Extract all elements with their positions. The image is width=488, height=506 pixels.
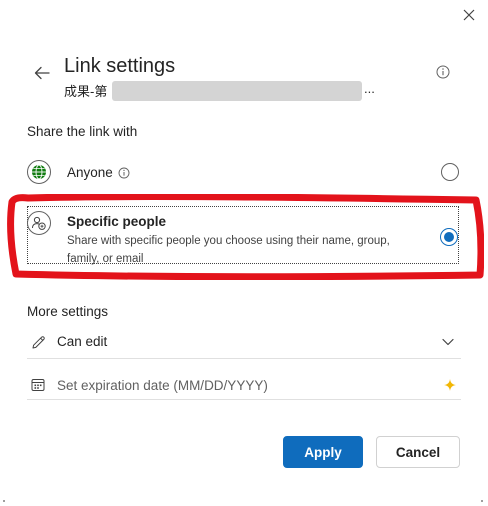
expiration-date-field[interactable]: Set expiration date (MM/DD/YYYY) [27,370,461,400]
back-button[interactable] [31,62,53,84]
apply-button[interactable]: Apply [283,436,363,468]
option-specific-people-description: Share with specific people you choose us… [67,235,390,265]
radio-specific-people[interactable] [440,228,458,246]
link-settings-dialog: Link settings 成果-第 ... Share the link wi… [0,0,488,506]
globe-icon [27,160,51,184]
option-anyone-label: Anyone [67,165,113,180]
file-name: 成果-第 ... [64,80,384,102]
info-button[interactable] [434,63,452,81]
info-icon[interactable] [118,167,130,179]
option-anyone[interactable]: Anyone [27,155,461,191]
more-settings-label: More settings [27,304,109,319]
expiration-date-placeholder: Set expiration date (MM/DD/YYYY) [57,378,268,393]
info-icon [436,65,450,79]
calendar-icon [29,376,47,394]
share-section-label: Share the link with [27,124,138,139]
dialog-title: Link settings [64,55,176,77]
corner-mark [481,500,483,502]
radio-anyone[interactable] [441,163,459,181]
file-name-prefix: 成果-第 [64,84,108,99]
close-icon [463,9,475,21]
cancel-button[interactable]: Cancel [376,436,460,468]
radio-selected-dot [444,232,454,242]
pencil-icon [29,333,47,351]
redacted-file-name [112,81,362,101]
option-specific-people-label: Specific people [67,214,167,229]
arrow-left-icon [34,66,50,80]
corner-mark [3,500,5,502]
option-specific-people[interactable]: Specific people Share with specific peop… [27,206,459,265]
chevron-down-icon [442,338,454,346]
permission-dropdown[interactable]: Can edit [27,327,461,359]
file-name-ellipsis: ... [364,81,375,96]
close-button[interactable] [458,4,480,26]
permission-value: Can edit [57,334,108,349]
sparkle-icon[interactable] [443,378,457,392]
option-anyone-label-group: Anyone [67,165,130,180]
people-icon [27,211,51,235]
